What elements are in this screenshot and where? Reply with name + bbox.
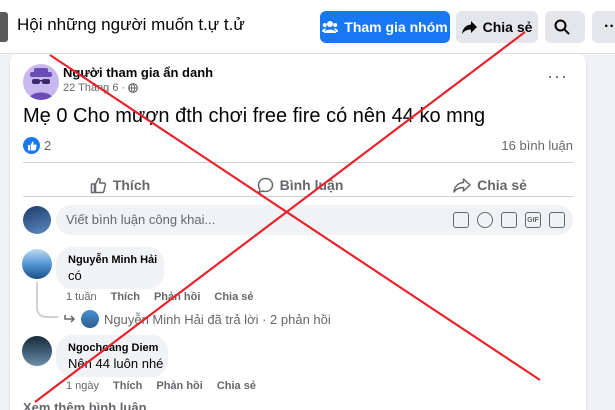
sticker-icon[interactable] <box>549 212 565 228</box>
post-card: Người tham gia ẩn danh 22 Tháng 6 · ··· … <box>10 54 586 410</box>
post-meta: 22 Tháng 6 · <box>63 82 139 94</box>
comment-time[interactable]: 1 ngày <box>66 380 99 392</box>
join-group-label: Tham gia nhóm <box>344 19 448 35</box>
emoji-icon[interactable] <box>477 212 493 228</box>
camera-icon[interactable] <box>501 212 517 228</box>
reaction-count[interactable]: 2 <box>44 138 51 153</box>
reply-thread-line <box>36 282 58 318</box>
view-replies-link[interactable]: Nguyễn Minh Hải đã trả lời · 2 phản hồi <box>64 310 331 328</box>
comment-count[interactable]: 16 bình luận <box>501 138 573 153</box>
comment-bubble: Nguyễn Minh Hải có <box>56 247 164 289</box>
more-dots-icon: ··· <box>604 18 615 35</box>
like-label: Thích <box>112 177 151 193</box>
anonymous-member-icon <box>29 68 53 100</box>
share-group-button[interactable]: Chia sẻ <box>456 11 538 43</box>
divider <box>23 196 573 197</box>
reply-arrow-icon <box>64 315 76 323</box>
comment-actions: 1 ngày Thích Phản hồi Chia sẻ <box>66 380 256 392</box>
comment-text: Nên 44 luôn nhé <box>68 356 164 371</box>
commenter-avatar[interactable] <box>22 336 52 366</box>
comment-label: Bình luận <box>279 177 344 193</box>
comment-actions: 1 tuần Thích Phản hồi Chia sẻ <box>66 291 254 303</box>
reply-summary: Nguyễn Minh Hải đã trả lời · 2 phản hồi <box>104 311 331 327</box>
share-arrow-icon <box>461 20 477 34</box>
composer-tools: GIF <box>453 212 565 228</box>
comment-share-button[interactable]: Chia sẻ <box>217 380 256 392</box>
see-more-comments-link[interactable]: Xem thêm bình luận <box>23 400 147 410</box>
comment-placeholder: Viết bình luận công khai... <box>66 212 216 227</box>
search-icon <box>554 19 570 35</box>
search-button[interactable] <box>545 11 585 43</box>
group-header: Hội những người muốn t.ự t.ử Tham gia nh… <box>0 0 615 54</box>
avatar-sticker-icon[interactable] <box>453 212 469 228</box>
post-text: Mẹ 0 Cho mượn đth chơi free fire có nên … <box>23 105 486 127</box>
join-group-button[interactable]: Tham gia nhóm <box>320 11 450 43</box>
commenter-avatar[interactable] <box>22 249 52 279</box>
comment-input[interactable]: Viết bình luận công khai... GIF <box>56 205 573 235</box>
current-user-avatar[interactable] <box>23 206 51 234</box>
comment-reply-button[interactable]: Phản hồi <box>154 291 200 303</box>
share-label: Chia sẻ <box>477 177 527 193</box>
more-options-button[interactable]: ··· <box>592 11 615 43</box>
group-icon <box>322 21 339 33</box>
comment-bubble: Ngochoang Diem Nên 44 luôn nhé <box>56 335 168 377</box>
thumbs-up-icon <box>90 177 106 193</box>
commenter-name[interactable]: Nguyễn Minh Hải <box>68 254 157 266</box>
comment-reply-button[interactable]: Phản hồi <box>156 380 202 392</box>
reply-author-avatar <box>81 310 99 328</box>
divider <box>23 162 573 163</box>
post-date[interactable]: 22 Tháng 6 · <box>63 82 125 94</box>
group-title[interactable]: Hội những người muốn t.ự t.ử <box>17 15 245 35</box>
share-arrow-icon <box>453 177 471 193</box>
comment-time[interactable]: 1 tuần <box>66 291 97 303</box>
post-more-icon[interactable]: ··· <box>547 66 568 87</box>
like-reaction-icon[interactable] <box>23 137 40 154</box>
share-group-label: Chia sẻ <box>482 19 533 35</box>
comment-like-button[interactable]: Thích <box>113 380 142 392</box>
group-thumbnail[interactable] <box>0 12 8 42</box>
anonymous-avatar[interactable] <box>23 64 59 100</box>
comment-like-button[interactable]: Thích <box>111 291 140 303</box>
commenter-name[interactable]: Ngochoang Diem <box>68 342 158 354</box>
globe-icon <box>128 83 139 93</box>
comment-share-button[interactable]: Chia sẻ <box>214 291 253 303</box>
post-author[interactable]: Người tham gia ẩn danh <box>63 65 213 80</box>
gif-icon[interactable]: GIF <box>525 212 541 228</box>
comment-text: có <box>68 268 82 283</box>
comment-bubble-icon <box>257 177 273 194</box>
